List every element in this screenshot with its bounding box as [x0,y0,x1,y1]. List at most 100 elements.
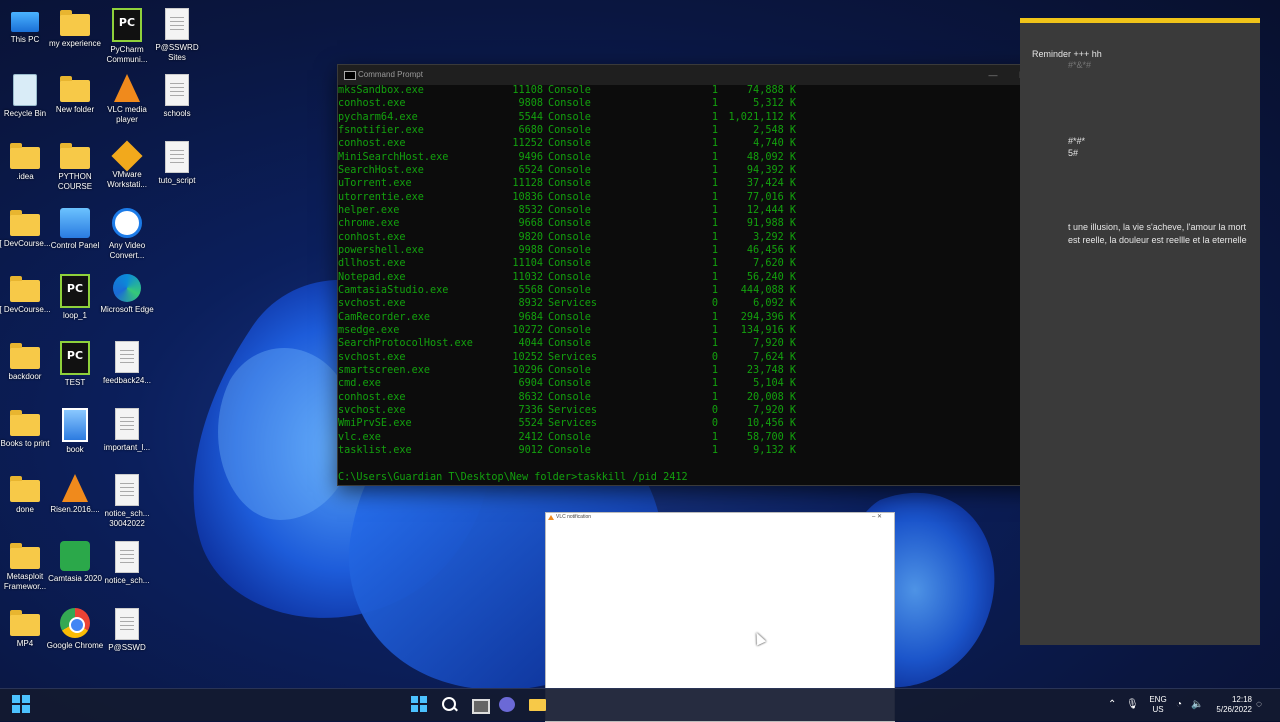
process-name: tasklist.exe [338,444,412,456]
vlc-titlebar[interactable]: VLC notification – ✕ [546,513,894,522]
desktop-icon[interactable]: schools [146,70,208,134]
desktop-icon-label: notice_sch... [104,576,150,585]
vlc-window-controls[interactable]: – ✕ [872,513,882,522]
volume-icon[interactable]: 🔈 [1191,689,1203,721]
windows-start-icon[interactable] [410,695,430,715]
file-icon [165,74,189,106]
memory-usage: 37,424 K [746,178,796,190]
session-number: 1 [711,151,718,163]
microphone-icon[interactable]: 🎙 [1126,689,1139,721]
minimize-button[interactable]: — [978,65,1008,85]
file-icon [115,408,139,440]
folder-icon [10,276,40,302]
memory-usage: 4,740 K [753,138,796,150]
sticky-notes-window[interactable]: Reminder +++ hh #*&*# #*#* 5# t une illu… [1020,18,1260,645]
session-number: 1 [711,138,718,150]
session-name: Services [548,351,598,363]
memory-usage: 294,396 K [740,311,796,323]
note-line: #*&*# [1068,60,1092,70]
session-number: 1 [711,178,718,190]
process-name: MiniSearchHost.exe [338,151,449,163]
folder-icon [60,76,90,102]
edge-icon [113,274,141,302]
desktop-icon-label: schools [163,109,191,118]
cmd-prompt[interactable]: C:\Users\Guardian T\Desktop\New folder>t… [338,472,688,483]
session-name: Console [548,204,591,216]
session-name: Console [548,324,591,336]
desktop-icon[interactable]: important_l... [96,404,158,468]
pycharm-icon: PC [112,8,142,42]
session-number: 1 [711,231,718,243]
process-pid: 9012 [518,444,543,456]
session-number: 1 [711,284,718,296]
process-pid: 10296 [512,364,543,376]
desktop-icon[interactable]: notice_sch... 30042022 [96,470,158,534]
process-pid: 5524 [518,418,543,430]
chat-icon[interactable] [498,695,518,715]
desktop-icon[interactable]: notice_sch... [96,537,158,601]
vlc-icon [62,474,88,502]
process-pid: 11128 [512,178,543,190]
process-pid: 7336 [518,404,543,416]
memory-usage: 56,240 K [746,271,796,283]
desktop-icon[interactable]: tuto_script [146,137,208,201]
chevron-up-icon[interactable]: ⌃ [1108,689,1116,721]
language-indicator[interactable]: ENG US [1148,695,1168,715]
pycharm-icon: PC [60,274,90,308]
process-name: SearchProtocolHost.exe [338,338,473,350]
process-pid: 10272 [512,324,543,336]
session-name: Console [548,271,591,283]
process-pid: 6904 [518,378,543,390]
session-name: Console [548,98,591,110]
process-name: SearchHost.exe [338,164,424,176]
wifi-icon[interactable]: ◔ [1176,689,1182,721]
memory-usage: 7,920 K [753,404,796,416]
control-panel-icon [60,208,90,238]
desktop-icon[interactable]: P@SSWRD Sites [146,4,208,68]
note-title[interactable]: Reminder +++ hh [1032,48,1102,61]
process-name: conhost.exe [338,391,406,403]
desktop-icon-label: Any Video Convert... [108,241,146,260]
process-name: svchost.exe [338,404,406,416]
session-number: 0 [711,351,718,363]
memory-usage: 7,624 K [753,351,796,363]
process-pid: 11104 [512,258,543,270]
cmd-titlebar[interactable]: Command Prompt — ☐ ✕ [338,65,1068,85]
session-number: 0 [711,404,718,416]
camtasia-icon [60,541,90,571]
chrome-icon [60,608,90,638]
session-name: Console [548,391,591,403]
clock[interactable]: 12:18 5/26/2022 [1208,695,1252,715]
memory-usage: 5,312 K [753,98,796,110]
memory-usage: 10,456 K [746,418,796,430]
file-explorer-icon[interactable] [528,695,548,715]
process-name: helper.exe [338,204,400,216]
process-name: smartscreen.exe [338,364,431,376]
process-pid: 8932 [518,298,543,310]
desktop-icon[interactable]: P@SSWD [96,604,158,668]
start-button[interactable] [12,695,32,715]
notification-icon[interactable]: ◌ [1256,689,1262,721]
folder-icon [60,10,90,36]
process-name: conhost.exe [338,231,406,243]
search-icon[interactable] [440,695,460,715]
desktop-icon[interactable]: Any Video Convert... [96,204,158,268]
taskbar: ⌃ 🎙 ENG US ◔ 🔈 12:18 5/26/2022 ◌ [0,688,1280,721]
note-line: 5# [1068,148,1079,158]
command-prompt-window[interactable]: Command Prompt — ☐ ✕ mksSandbox.exe11108… [337,64,1069,486]
cmd-title: Command Prompt [358,70,423,79]
session-name: Console [548,364,591,376]
session-number: 0 [711,298,718,310]
memory-usage: 9,132 K [753,444,796,456]
process-name: Notepad.exe [338,271,406,283]
desktop-icon-label: tuto_script [158,176,196,185]
memory-usage: 7,920 K [753,338,796,350]
desktop-icon[interactable]: Microsoft Edge [96,270,158,334]
memory-usage: 77,016 K [746,191,796,203]
file-icon [115,341,139,373]
desktop-icon[interactable]: feedback24... [96,337,158,401]
session-name: Console [548,284,591,296]
task-view-icon[interactable] [470,695,490,715]
cmd-output[interactable]: mksSandbox.exe 11108 Console 1 74,888 K conho… [338,85,1060,485]
session-name: Console [548,244,591,256]
